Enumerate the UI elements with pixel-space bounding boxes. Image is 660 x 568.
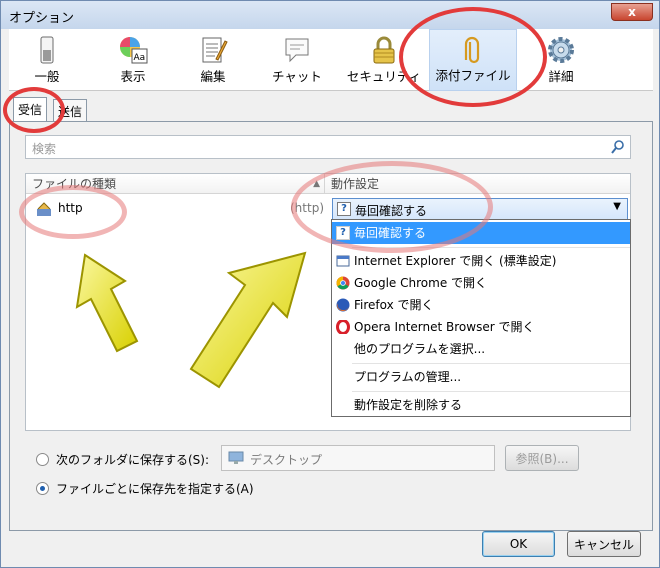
ok-button[interactable]: OK — [482, 531, 555, 557]
menu-item-opera[interactable]: Opera Internet Browser で開く — [332, 316, 630, 338]
toolbar-item-general[interactable]: 一般 — [23, 29, 71, 91]
gear-icon — [548, 37, 574, 63]
search-input[interactable]: 検索 — [25, 135, 631, 159]
toolbar-item-label: 詳細 — [548, 69, 574, 84]
save-folder-field: デスクトップ — [221, 445, 495, 471]
radio-per-file-label: ファイルごとに保存先を指定する(A) — [56, 482, 254, 496]
annotation-ring-receive-tab — [3, 87, 65, 133]
menu-item-label: Firefox で開く — [354, 298, 434, 312]
browse-button[interactable]: 参照(B)... — [505, 445, 579, 471]
radio-per-file[interactable] — [36, 482, 49, 495]
arrow-up-left — [75, 253, 139, 353]
radio-save-to-folder[interactable] — [36, 453, 49, 466]
toolbar-item-edit[interactable]: 編集 — [189, 29, 237, 91]
title-bar: オプション x — [1, 1, 659, 29]
palette-icon: Aa — [120, 37, 148, 64]
radio-save-to-folder-label: 次のフォルダに保存する(S): — [56, 453, 210, 467]
menu-item-firefox[interactable]: Firefox で開く — [332, 294, 630, 316]
menu-item-google-chrome[interactable]: Google Chrome で開く — [332, 272, 630, 294]
annotation-arrows — [75, 251, 307, 389]
annotation-ring-http-row — [19, 185, 127, 239]
toolbar-item-label: チャット — [272, 69, 322, 84]
speech-bubble-icon — [285, 38, 309, 63]
menu-item-choose-other[interactable]: 他のプログラムを選択... — [332, 338, 630, 360]
svg-text:Aa: Aa — [134, 53, 146, 63]
menu-item-delete-action[interactable]: 動作設定を削除する — [332, 394, 630, 416]
window-title: オプション — [9, 11, 75, 26]
cancel-button[interactable]: キャンセル — [567, 531, 641, 557]
menu-item-label: 動作設定を削除する — [354, 398, 463, 412]
menu-item-label: Opera Internet Browser で開く — [354, 320, 535, 334]
toolbar-item-chat[interactable]: チャット — [265, 29, 329, 91]
save-folder-value: デスクトップ — [250, 453, 323, 467]
menu-item-label: Google Chrome で開く — [354, 276, 488, 290]
annotation-ring-attachments — [399, 7, 547, 107]
toolbar-item-label: 一般 — [34, 69, 60, 84]
toolbar-item-advanced[interactable]: 詳細 — [541, 29, 581, 91]
category-toolbar: 一般 Aa 表示 編集 チャット セキュリティ 添付ファイル 詳細 — [9, 29, 653, 91]
menu-item-manage-programs[interactable]: プログラムの管理... — [332, 366, 630, 388]
toolbar-item-label: 編集 — [200, 69, 226, 84]
arrow-up-right — [189, 251, 307, 389]
menu-separator — [352, 391, 630, 392]
toolbar-item-display[interactable]: Aa 表示 — [109, 29, 157, 91]
menu-item-internet-explorer[interactable]: Internet Explorer で開く (標準設定) — [332, 250, 630, 272]
menu-separator — [352, 363, 630, 364]
menu-item-label: プログラムの管理... — [354, 370, 462, 384]
desktop-icon — [228, 451, 244, 464]
menu-item-label: Internet Explorer で開く (標準設定) — [354, 254, 557, 268]
options-dialog: オプション x 一般 Aa 表示 編集 チャット セキュリティ 添付ファイル 詳… — [0, 0, 660, 568]
close-button[interactable]: x — [611, 3, 653, 21]
switch-icon — [40, 36, 54, 64]
search-placeholder: 検索 — [32, 142, 57, 156]
padlock-icon — [373, 36, 395, 64]
toolbar-item-label: 表示 — [120, 69, 146, 84]
menu-item-label: 他のプログラムを選択... — [354, 342, 486, 356]
search-icon[interactable] — [610, 139, 626, 155]
chevron-down-icon: ▼ — [613, 201, 621, 212]
notepad-icon — [202, 37, 228, 63]
